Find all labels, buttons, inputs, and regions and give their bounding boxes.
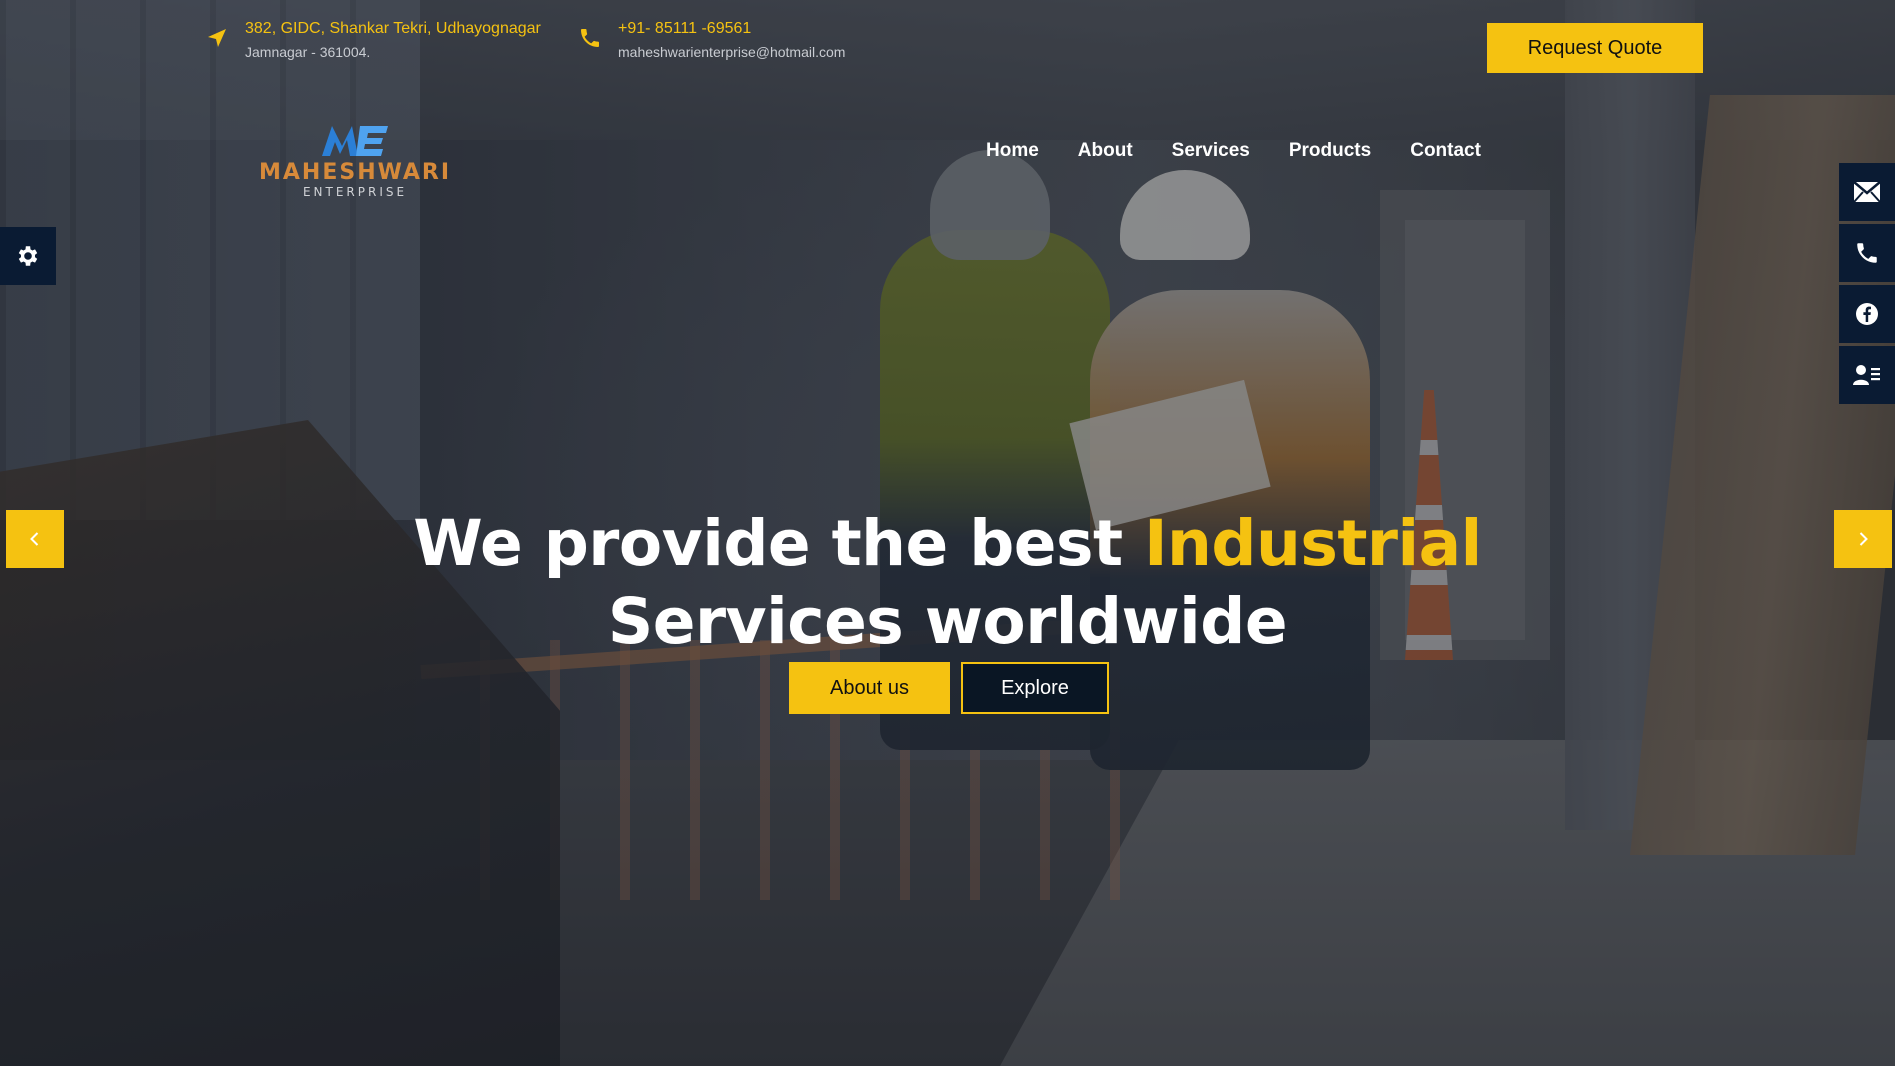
nav-services[interactable]: Services bbox=[1172, 140, 1250, 162]
headline-part1: We provide the best bbox=[413, 507, 1123, 580]
hero-section: 382, GIDC, Shankar Tekri, Udhayognagar J… bbox=[0, 0, 1895, 1066]
headline-accent: Industrial bbox=[1144, 507, 1482, 580]
social-rail bbox=[1839, 163, 1895, 404]
topbar-phone: +91- 85111 -69561 maheshwarienterprise@h… bbox=[578, 20, 845, 60]
headline-part2: Services worldwide bbox=[607, 585, 1288, 658]
rail-facebook-button[interactable] bbox=[1839, 285, 1895, 343]
nav-about[interactable]: About bbox=[1078, 140, 1133, 162]
rail-phone-button[interactable] bbox=[1839, 224, 1895, 282]
logo[interactable]: MAHESHWARI ENTERPRISE bbox=[259, 122, 449, 202]
nav-products[interactable]: Products bbox=[1289, 140, 1371, 162]
email-address[interactable]: maheshwarienterprise@hotmail.com bbox=[618, 44, 845, 60]
logo-name: MAHESHWARI bbox=[258, 160, 452, 185]
phone-text: +91- 85111 -69561 maheshwarienterprise@h… bbox=[618, 20, 845, 60]
logo-subtitle: ENTERPRISE bbox=[302, 185, 408, 199]
address-line1: 382, GIDC, Shankar Tekri, Udhayognagar bbox=[245, 20, 541, 37]
address-text: 382, GIDC, Shankar Tekri, Udhayognagar J… bbox=[245, 20, 541, 60]
explore-button[interactable]: Explore bbox=[961, 662, 1109, 714]
settings-toggle-button[interactable] bbox=[0, 227, 56, 285]
phone-number[interactable]: +91- 85111 -69561 bbox=[618, 20, 845, 38]
rail-mail-button[interactable] bbox=[1839, 163, 1895, 221]
phone-icon bbox=[1857, 243, 1877, 263]
rail-contact-card-button[interactable] bbox=[1839, 346, 1895, 404]
request-quote-button[interactable]: Request Quote bbox=[1487, 23, 1703, 73]
facebook-icon bbox=[1856, 303, 1878, 325]
gear-icon bbox=[18, 246, 38, 266]
hero-headline: We provide the best Industrial Services … bbox=[0, 505, 1895, 661]
main-nav: Home About Services Products Contact bbox=[986, 140, 1481, 162]
topbar-address: 382, GIDC, Shankar Tekri, Udhayognagar J… bbox=[205, 20, 541, 60]
nav-home[interactable]: Home bbox=[986, 140, 1039, 162]
location-arrow-icon bbox=[208, 29, 226, 47]
nav-contact[interactable]: Contact bbox=[1410, 140, 1481, 162]
logo-mark-icon bbox=[322, 126, 388, 156]
phone-icon bbox=[581, 29, 599, 47]
address-line2: Jamnagar - 361004. bbox=[245, 44, 371, 60]
about-us-button[interactable]: About us bbox=[789, 662, 950, 714]
mail-icon bbox=[1853, 181, 1881, 203]
contact-card-icon bbox=[1853, 365, 1880, 385]
